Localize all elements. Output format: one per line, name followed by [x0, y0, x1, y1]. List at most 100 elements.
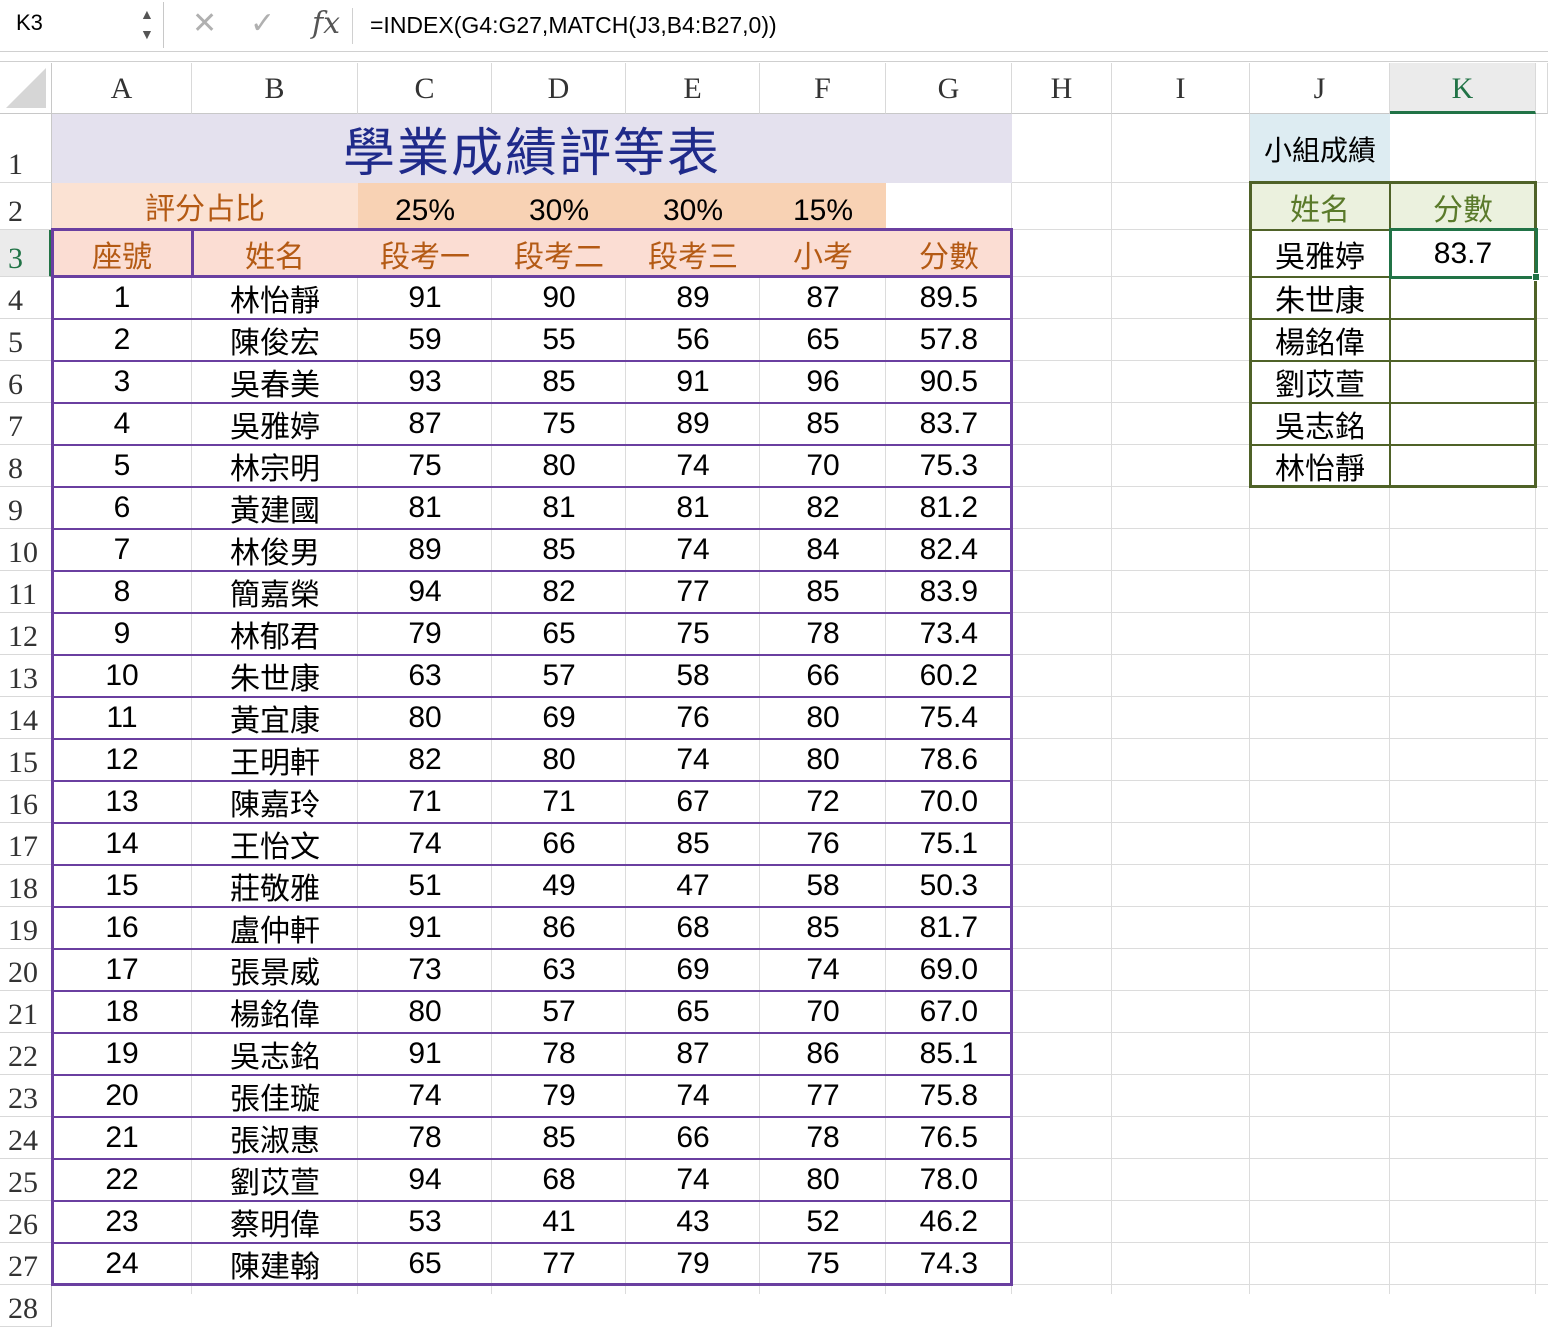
table-cell[interactable]: 69.0	[886, 949, 1012, 991]
table-cell[interactable]: 盧仲軒	[192, 907, 358, 949]
group-name-cell[interactable]: 吳志銘	[1250, 403, 1390, 445]
group-name-cell[interactable]: 朱世康	[1250, 277, 1390, 319]
table-cell[interactable]: 89	[358, 529, 492, 571]
table-cell[interactable]: 79	[358, 613, 492, 655]
table-cell[interactable]: 65	[626, 991, 760, 1033]
column-header-c[interactable]: C	[358, 63, 492, 114]
table-cell[interactable]: 21	[52, 1117, 192, 1159]
table-cell[interactable]: 47	[626, 865, 760, 907]
row-header-27[interactable]: 27	[0, 1243, 52, 1285]
table-cell[interactable]: 13	[52, 781, 192, 823]
table-header-cell[interactable]: 段考三	[626, 230, 760, 277]
table-cell[interactable]: 8	[52, 571, 192, 613]
table-cell[interactable]: 84	[760, 529, 886, 571]
table-cell[interactable]: 65	[760, 319, 886, 361]
table-header-cell[interactable]: 座號	[52, 230, 192, 277]
table-cell[interactable]: 2	[52, 319, 192, 361]
table-cell[interactable]: 黃宜康	[192, 697, 358, 739]
table-cell[interactable]: 80	[492, 445, 626, 487]
table-cell[interactable]: 50.3	[886, 865, 1012, 907]
table-cell[interactable]: 9	[52, 613, 192, 655]
table-cell[interactable]: 85	[492, 1117, 626, 1159]
group-title[interactable]: 小組成績	[1250, 114, 1390, 183]
group-score-cell[interactable]	[1390, 319, 1536, 361]
table-cell[interactable]: 69	[626, 949, 760, 991]
row-header-16[interactable]: 16	[0, 781, 52, 823]
column-header-f[interactable]: F	[760, 63, 886, 114]
row-header-9[interactable]: 9	[0, 487, 52, 529]
table-cell[interactable]: 70.0	[886, 781, 1012, 823]
table-cell[interactable]: 78.0	[886, 1159, 1012, 1201]
row-header-11[interactable]: 11	[0, 571, 52, 613]
row-header-2[interactable]: 2	[0, 183, 52, 230]
table-cell[interactable]: 58	[626, 655, 760, 697]
table-cell[interactable]: 74	[626, 445, 760, 487]
table-cell[interactable]: 75	[626, 613, 760, 655]
table-cell[interactable]: 80	[760, 1159, 886, 1201]
table-cell[interactable]: 78	[492, 1033, 626, 1075]
row-header-8[interactable]: 8	[0, 445, 52, 487]
column-header-b[interactable]: B	[192, 63, 358, 114]
table-cell[interactable]: 75.3	[886, 445, 1012, 487]
table-cell[interactable]: 陳俊宏	[192, 319, 358, 361]
table-cell[interactable]: 52	[760, 1201, 886, 1243]
table-header-cell[interactable]: 段考二	[492, 230, 626, 277]
column-header-d[interactable]: D	[492, 63, 626, 114]
table-cell[interactable]: 蔡明偉	[192, 1201, 358, 1243]
table-cell[interactable]: 82	[492, 571, 626, 613]
table-cell[interactable]: 72	[760, 781, 886, 823]
table-cell[interactable]: 吳春美	[192, 361, 358, 403]
table-cell[interactable]: 57	[492, 991, 626, 1033]
table-cell[interactable]: 75.8	[886, 1075, 1012, 1117]
table-cell[interactable]: 林郁君	[192, 613, 358, 655]
table-cell[interactable]: 75.1	[886, 823, 1012, 865]
column-header-h[interactable]: H	[1012, 63, 1112, 114]
row-header-17[interactable]: 17	[0, 823, 52, 865]
table-cell[interactable]: 劉苡萱	[192, 1159, 358, 1201]
table-header-cell[interactable]: 姓名	[192, 230, 358, 277]
table-cell[interactable]: 51	[358, 865, 492, 907]
table-header-cell[interactable]: 小考	[760, 230, 886, 277]
table-cell[interactable]: 56	[626, 319, 760, 361]
column-header-j[interactable]: J	[1250, 63, 1390, 114]
table-cell[interactable]: 69	[492, 697, 626, 739]
table-cell[interactable]: 82	[760, 487, 886, 529]
row-header-13[interactable]: 13	[0, 655, 52, 697]
table-cell[interactable]: 楊銘偉	[192, 991, 358, 1033]
group-name-cell[interactable]: 林怡靜	[1250, 445, 1390, 487]
table-cell[interactable]: 57.8	[886, 319, 1012, 361]
cancel-icon[interactable]: ✕	[192, 6, 217, 41]
table-cell[interactable]: 吳志銘	[192, 1033, 358, 1075]
table-cell[interactable]: 86	[760, 1033, 886, 1075]
weight-value[interactable]: 25%	[358, 183, 492, 230]
table-cell[interactable]: 10	[52, 655, 192, 697]
table-cell[interactable]: 吳雅婷	[192, 403, 358, 445]
table-cell[interactable]: 18	[52, 991, 192, 1033]
table-cell[interactable]: 4	[52, 403, 192, 445]
table-cell[interactable]: 王明軒	[192, 739, 358, 781]
group-name-cell[interactable]: 劉苡萱	[1250, 361, 1390, 403]
table-cell[interactable]: 74	[760, 949, 886, 991]
weight-value[interactable]: 30%	[626, 183, 760, 230]
table-cell[interactable]: 85	[626, 823, 760, 865]
row-header-20[interactable]: 20	[0, 949, 52, 991]
table-cell[interactable]: 78	[358, 1117, 492, 1159]
group-header-cell[interactable]: 姓名	[1250, 183, 1390, 230]
table-cell[interactable]: 82	[358, 739, 492, 781]
table-header-cell[interactable]: 段考一	[358, 230, 492, 277]
table-cell[interactable]: 74	[626, 1075, 760, 1117]
table-cell[interactable]: 70	[760, 991, 886, 1033]
row-header-12[interactable]: 12	[0, 613, 52, 655]
table-cell[interactable]: 68	[492, 1159, 626, 1201]
table-cell[interactable]: 91	[358, 1033, 492, 1075]
group-name-cell[interactable]: 楊銘偉	[1250, 319, 1390, 361]
column-header-k[interactable]: K	[1390, 63, 1536, 114]
table-cell[interactable]: 85	[492, 529, 626, 571]
row-header-22[interactable]: 22	[0, 1033, 52, 1075]
row-header-24[interactable]: 24	[0, 1117, 52, 1159]
row-header-18[interactable]: 18	[0, 865, 52, 907]
table-cell[interactable]: 94	[358, 1159, 492, 1201]
table-cell[interactable]: 82.4	[886, 529, 1012, 571]
table-cell[interactable]: 87	[358, 403, 492, 445]
table-cell[interactable]: 80	[492, 739, 626, 781]
